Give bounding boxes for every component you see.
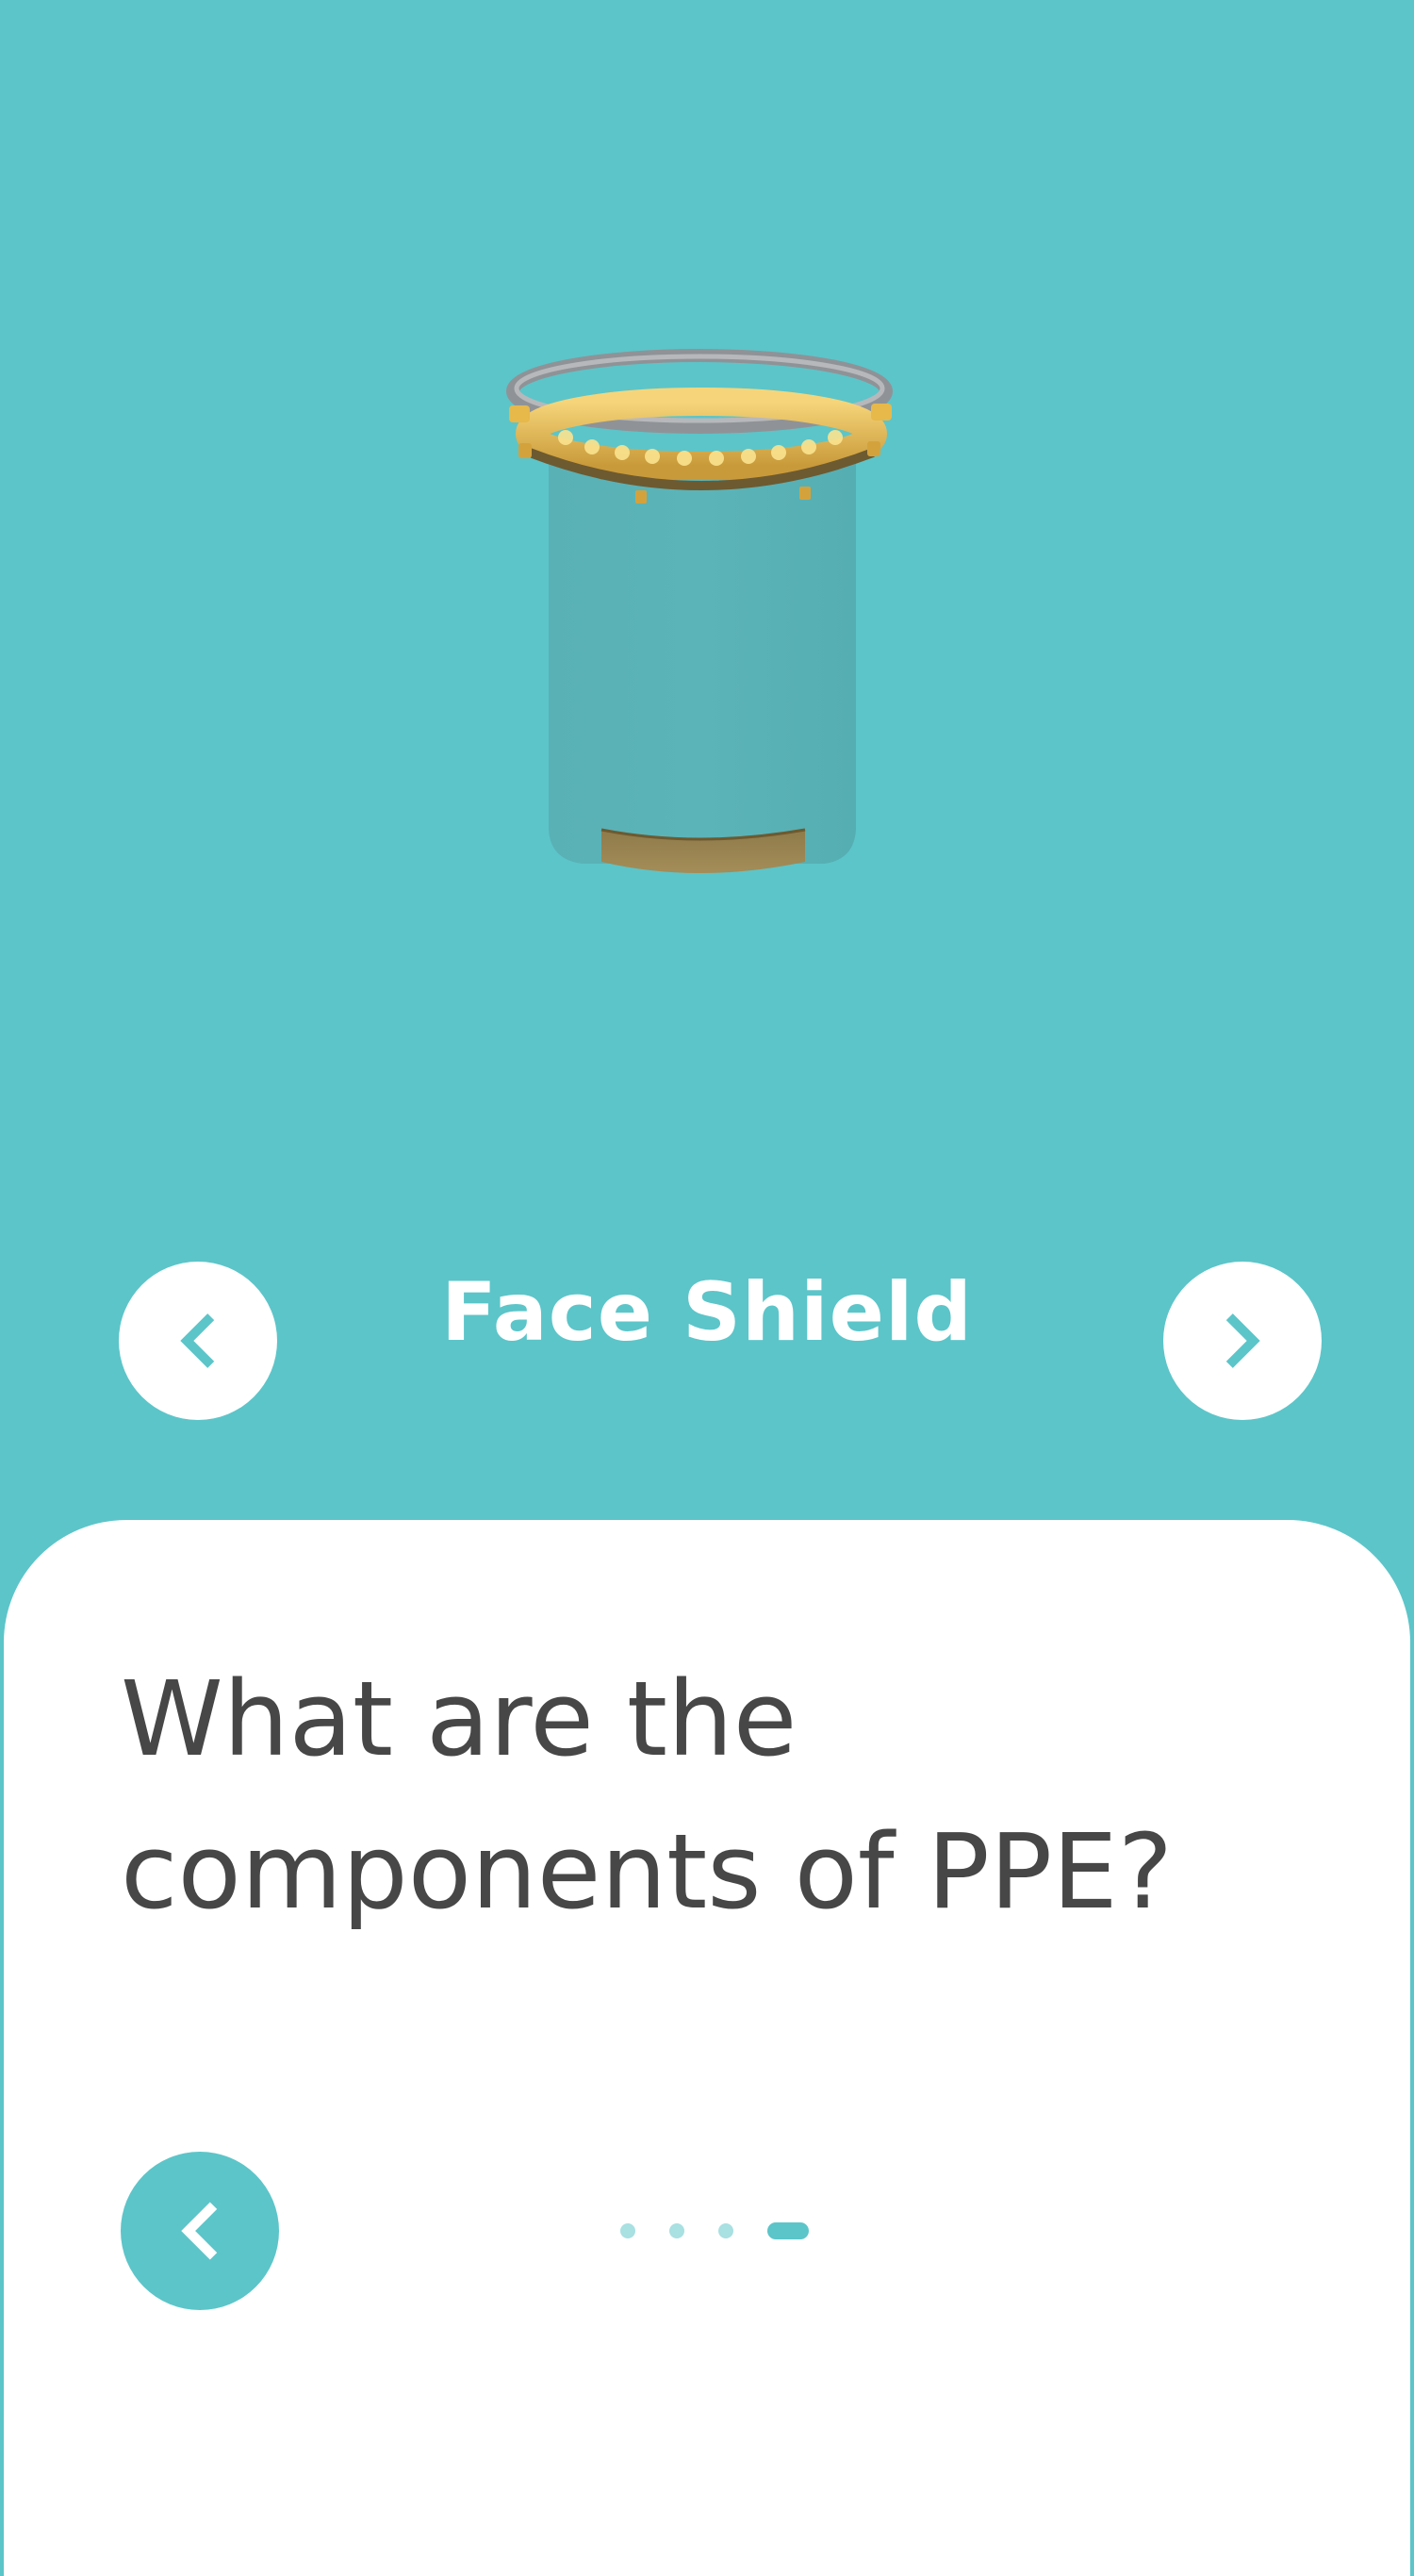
back-button[interactable] <box>121 2152 279 2310</box>
chevron-left-icon <box>181 2202 218 2260</box>
ppe-viewer-screen: Face Shield What are the components of P… <box>0 0 1414 2576</box>
next-item-button[interactable] <box>1163 1262 1322 1420</box>
face-shield-illustration <box>506 349 893 873</box>
page-dot-active <box>767 2222 809 2239</box>
face-shield-model[interactable] <box>490 339 924 886</box>
item-title: Face Shield <box>441 1265 973 1360</box>
page-dot <box>669 2223 684 2238</box>
question-text: What are the components of PPE? <box>121 1659 1174 1932</box>
page-dot <box>620 2223 635 2238</box>
question-card: What are the components of PPE? <box>4 1520 1410 2576</box>
previous-item-button[interactable] <box>119 1262 277 1420</box>
page-indicator <box>620 2221 809 2240</box>
page-dot <box>718 2223 733 2238</box>
chevron-right-icon <box>1225 1313 1260 1368</box>
chevron-left-icon <box>180 1313 215 1368</box>
